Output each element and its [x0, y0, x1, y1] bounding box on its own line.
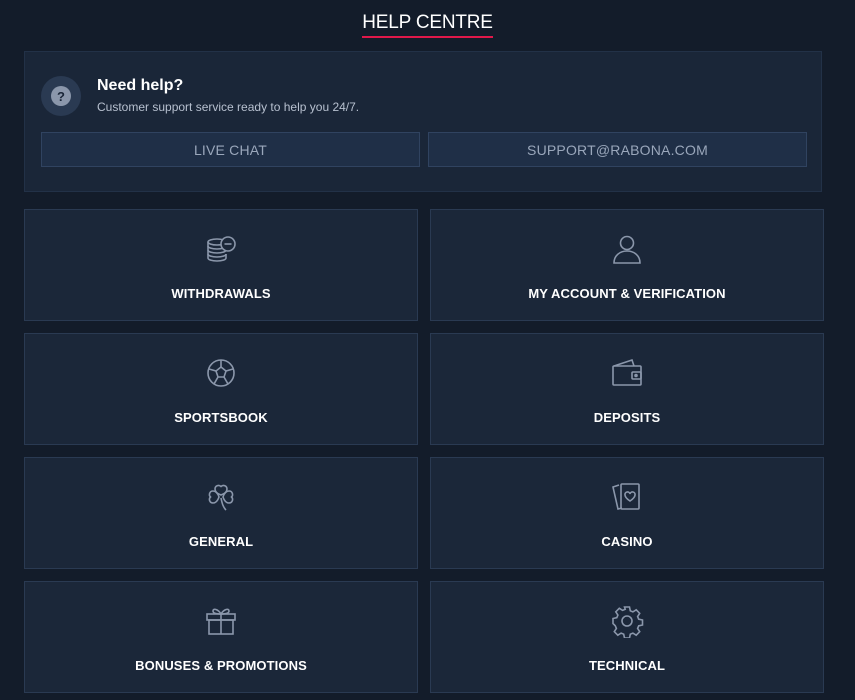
user-icon	[610, 232, 644, 266]
live-chat-button[interactable]: LIVE CHAT	[41, 132, 420, 167]
category-my-account-verification[interactable]: MY ACCOUNT & VERIFICATION	[430, 209, 824, 321]
clover-icon	[204, 480, 238, 514]
category-sportsbook[interactable]: SPORTSBOOK	[24, 333, 418, 445]
gear-icon	[610, 604, 644, 638]
category-technical[interactable]: TECHNICAL	[430, 581, 824, 693]
category-label: DEPOSITS	[593, 410, 661, 425]
support-email-button[interactable]: SUPPORT@RABONA.COM	[428, 132, 807, 167]
wallet-icon	[610, 356, 644, 390]
category-label: TECHNICAL	[588, 658, 665, 673]
page-header: HELP CENTRE	[0, 12, 855, 38]
category-general[interactable]: GENERAL	[24, 457, 418, 569]
help-title: Need help?	[97, 77, 184, 94]
category-withdrawals[interactable]: WITHDRAWALS	[24, 209, 418, 321]
category-label: BONUSES & PROMOTIONS	[135, 658, 307, 673]
playing-cards-icon	[610, 480, 644, 514]
category-casino[interactable]: CASINO	[430, 457, 824, 569]
category-label: CASINO	[601, 534, 653, 549]
question-icon: ?	[41, 76, 81, 116]
page-title: HELP CENTRE	[362, 12, 493, 38]
soccer-ball-icon	[204, 356, 238, 390]
category-label: WITHDRAWALS	[171, 286, 271, 301]
category-label: MY ACCOUNT & VERIFICATION	[528, 286, 726, 301]
category-deposits[interactable]: DEPOSITS	[430, 333, 824, 445]
help-subtitle: Customer support service ready to help y…	[97, 100, 360, 114]
gift-icon	[204, 604, 238, 638]
coins-icon	[204, 232, 238, 266]
need-help-panel: ? Need help? Customer support service re…	[24, 51, 822, 192]
category-label: GENERAL	[188, 534, 254, 549]
category-bonuses-promotions[interactable]: BONUSES & PROMOTIONS	[24, 581, 418, 693]
category-label: SPORTSBOOK	[174, 410, 268, 425]
